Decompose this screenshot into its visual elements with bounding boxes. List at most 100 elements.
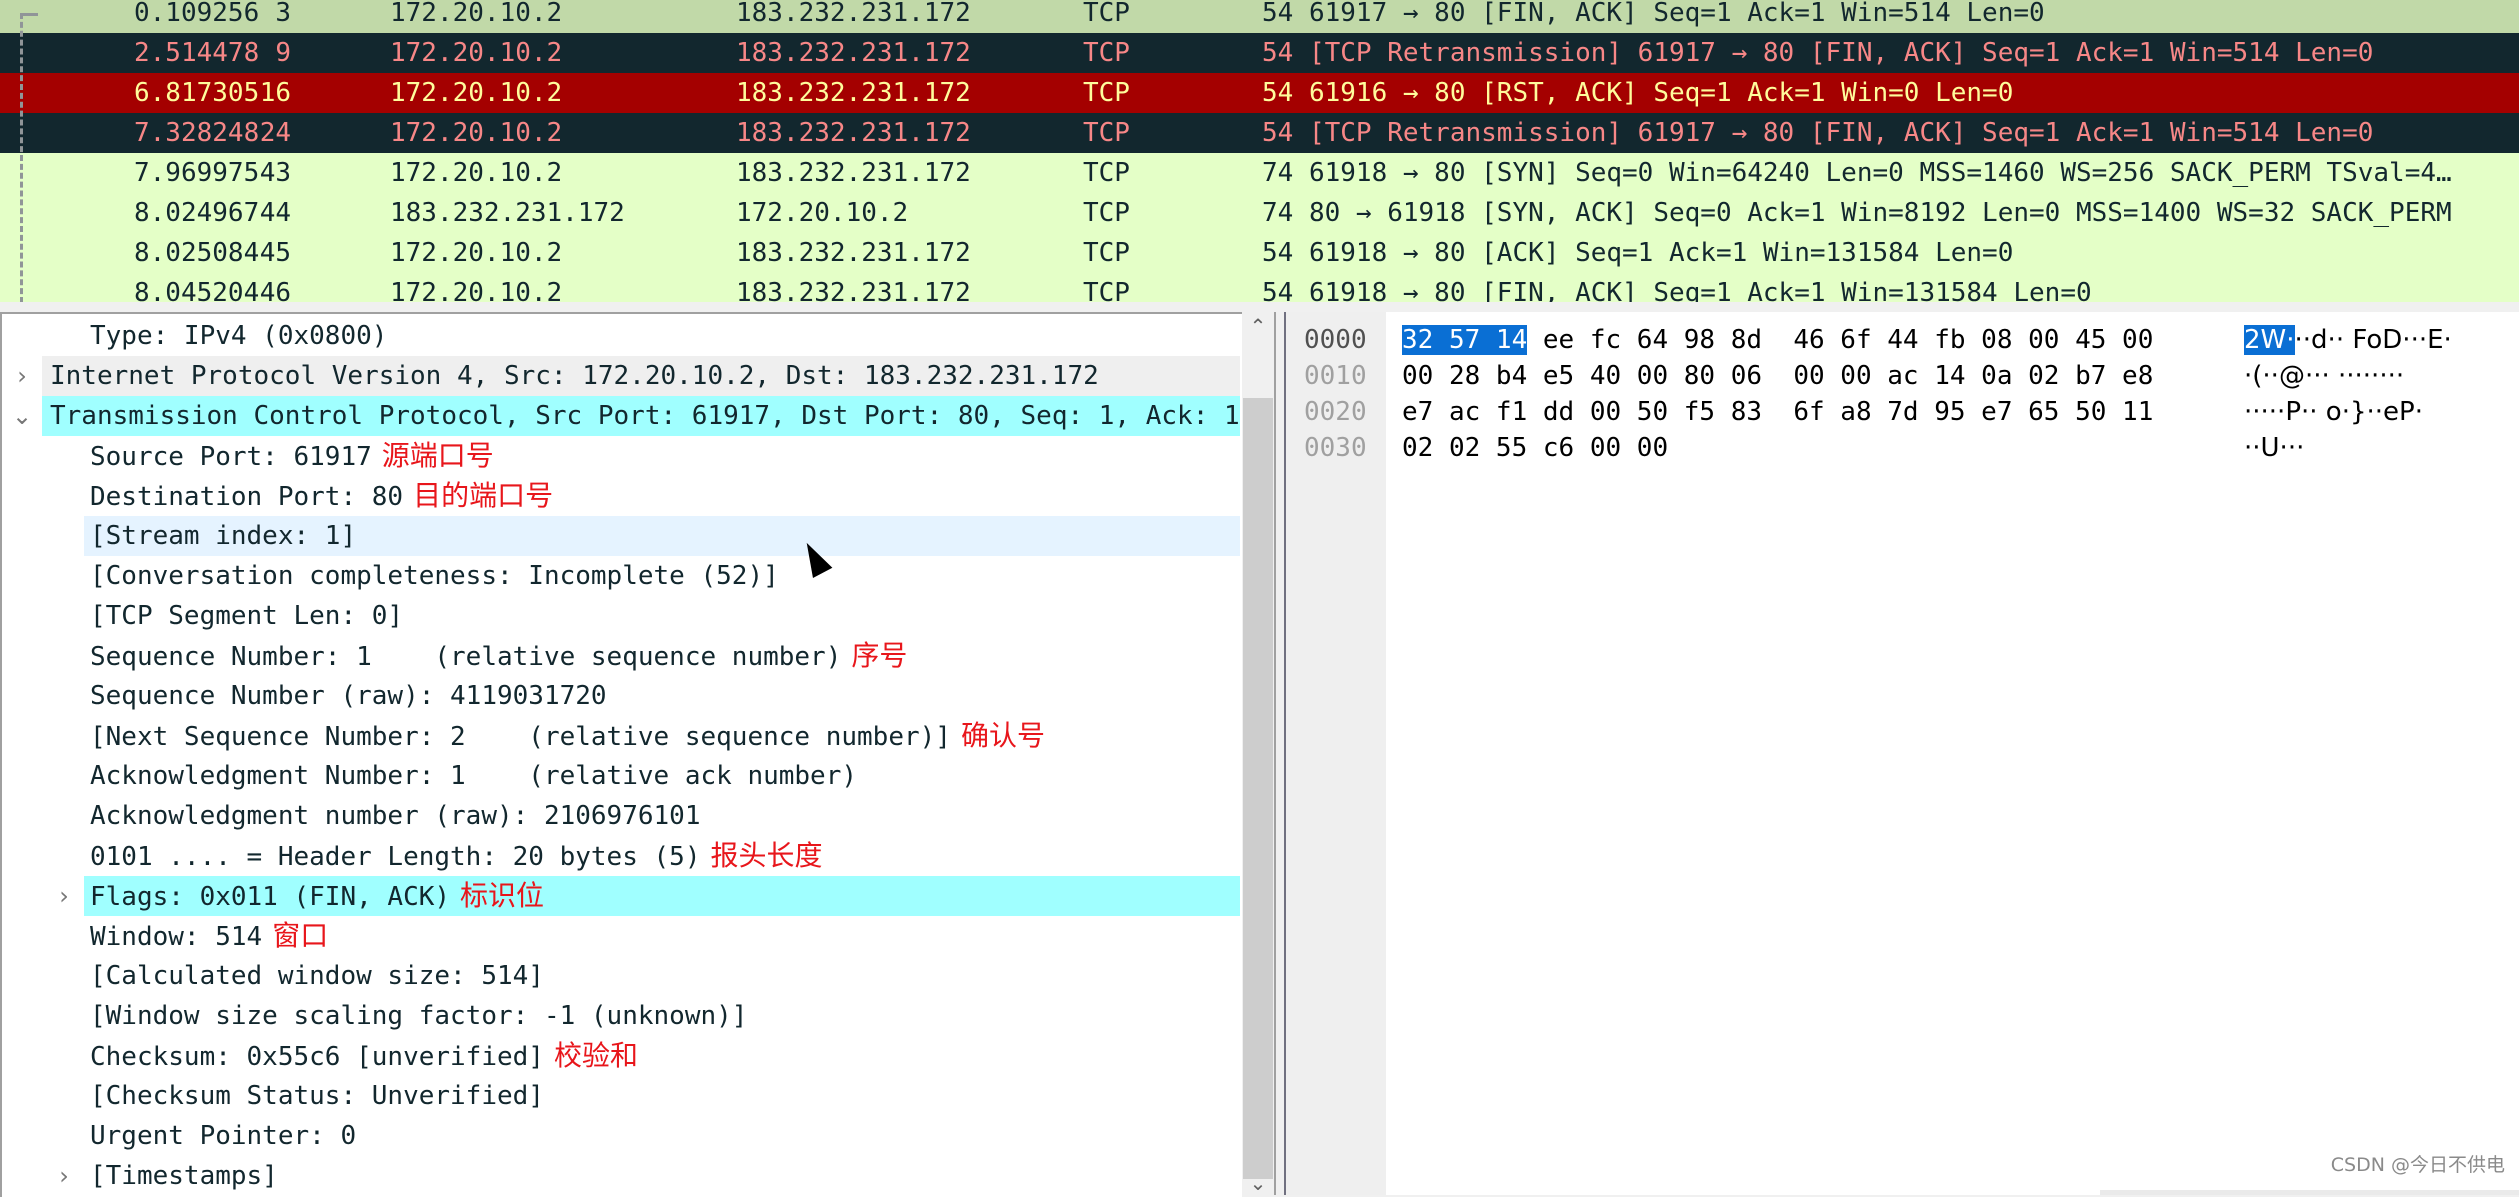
detail-label: [Timestamps] [90, 1156, 278, 1196]
detail-label: Acknowledgment number (raw): 2106976101 [90, 796, 700, 836]
detail-row[interactable]: Sequence Number: 1 (relative sequence nu… [2, 636, 1240, 676]
detail-text: [Next Sequence Number: 2 (relative seque… [90, 722, 951, 752]
hex-bytes[interactable]: 32 57 14 ee fc 64 98 8d 46 6f 44 fb 08 0… [1402, 322, 2153, 358]
detail-label: Urgent Pointer: 0 [90, 1116, 356, 1156]
detail-label: Transmission Control Protocol, Src Port:… [50, 396, 1242, 436]
ascii-dump[interactable]: ·····P·· o·}··eP· [2244, 394, 2423, 430]
detail-row[interactable]: [Window size scaling factor: -1 (unknown… [2, 996, 1240, 1036]
selected-hex-bytes[interactable]: 32 57 14 [1402, 325, 1528, 355]
ascii-dump[interactable]: ··U··· [2244, 430, 2304, 466]
hex-values: 00 28 b4 e5 40 00 80 06 00 00 ac 14 0a 0… [1402, 361, 2154, 391]
detail-row[interactable]: [Checksum Status: Unverified] [2, 1076, 1240, 1116]
detail-label: Flags: 0x011 (FIN, ACK) 标识位 [90, 876, 544, 917]
packet-row[interactable]: 46 8.045204 172.20.10.2 183.232.231.172 TCP 5… [0, 273, 2519, 304]
detail-row[interactable]: › Flags: 0x011 (FIN, ACK) 标识位 [2, 876, 1240, 916]
packet-info: 54 [TCP Retransmission] 61917 → 80 [FIN,… [1262, 38, 2374, 68]
detail-row[interactable]: Source Port: 61917 源端口号 [2, 436, 1240, 476]
packet-row[interactable]: 24 7.328248 172.20.10.2 183.232.231.172 TCP 5… [0, 113, 2519, 153]
packet-row[interactable]: 43 7.969975 172.20.10.2 183.232.231.172 TCP 7… [0, 153, 2519, 193]
bottom-edge [2100, 1190, 2519, 1195]
detail-text: [Conversation completeness: Incomplete (… [90, 561, 779, 591]
expand-chevron-icon[interactable]: › [10, 356, 34, 396]
packet-number: 44 [259, 198, 291, 228]
packet-destination: 183.232.231.172 [736, 78, 971, 108]
packet-time: 8.045204 [134, 278, 260, 304]
detail-label: [Next Sequence Number: 2 (relative seque… [90, 716, 1045, 757]
detail-row[interactable]: 0101 .... = Header Length: 20 bytes (5) 报… [2, 836, 1240, 876]
pane-splitter-horizontal[interactable] [0, 302, 2519, 312]
packet-details-tree[interactable]: Type: IPv4 (0x0800) › Internet Protocol Ve… [0, 312, 1242, 1197]
detail-row[interactable]: Type: IPv4 (0x0800) [2, 316, 1240, 356]
packet-row[interactable]: 44 8.024967 183.232.231.172 172.20.10.2 TCP 7… [0, 193, 2519, 233]
detail-row[interactable]: Acknowledgment Number: 1 (relative ack n… [2, 756, 1240, 796]
annotation-note: 确认号 [960, 719, 1045, 752]
scrollbar-thumb[interactable] [1243, 398, 1273, 1179]
annotation-note: 校验和 [553, 1039, 638, 1072]
scroll-down-icon[interactable]: ⌄ [1242, 1171, 1274, 1195]
packet-source: 172.20.10.2 [390, 0, 563, 28]
detail-row[interactable]: Acknowledgment number (raw): 2106976101 [2, 796, 1240, 836]
packet-row[interactable]: 45 8.025084 172.20.10.2 183.232.231.172 TCP 5… [0, 233, 2519, 273]
detail-row[interactable]: ⌄ Transmission Control Protocol, Src Port… [2, 396, 1242, 436]
detail-label: Sequence Number: 1 (relative sequence nu… [90, 636, 907, 677]
detail-label: [Checksum Status: Unverified] [90, 1076, 544, 1116]
packet-row[interactable]: 16 6.817305 172.20.10.2 183.232.231.172 TCP 5… [0, 73, 2519, 113]
detail-row[interactable]: Sequence Number (raw): 4119031720 [2, 676, 1240, 716]
pane-splitter-vertical[interactable] [1274, 312, 1286, 1195]
detail-label: Destination Port: 80 目的端口号 [90, 476, 553, 517]
details-scrollbar[interactable]: ⌃ ⌄ [1242, 312, 1274, 1195]
detail-row[interactable]: Checksum: 0x55c6 [unverified] 校验和 [2, 1036, 1240, 1076]
detail-label: Sequence Number (raw): 4119031720 [90, 676, 607, 716]
hex-bytes[interactable]: e7 ac f1 dd 00 50 f5 83 6f a8 7d 95 e7 6… [1402, 394, 2153, 430]
packet-number: 24 [259, 118, 291, 148]
hex-bytes[interactable]: 02 02 55 c6 00 00 [1402, 430, 1668, 466]
detail-row[interactable]: [Next Sequence Number: 2 (relative seque… [2, 716, 1240, 756]
scroll-up-icon[interactable]: ⌃ [1242, 314, 1274, 338]
detail-text: [Stream index: 1] [90, 521, 357, 551]
packet-source: 172.20.10.2 [390, 158, 563, 188]
detail-text: 0101 .... = Header Length: 20 bytes (5) [90, 842, 701, 872]
packet-time: 0.109256 [134, 0, 260, 28]
packet-info: 74 61918 → 80 [SYN] Seq=0 Win=64240 Len=… [1262, 158, 2452, 188]
expand-chevron-icon[interactable]: › [52, 876, 76, 916]
detail-row[interactable]: Urgent Pointer: 0 [2, 1116, 1240, 1156]
expand-chevron-icon[interactable]: › [52, 1156, 76, 1196]
packet-info: 54 61918 → 80 [ACK] Seq=1 Ack=1 Win=1315… [1262, 238, 2014, 268]
detail-row[interactable]: [Conversation completeness: Incomplete (… [2, 556, 1240, 596]
detail-row[interactable]: [Calculated window size: 514] [2, 956, 1240, 996]
packet-protocol: TCP [1083, 198, 1130, 228]
watermark: CSDN @今日不供电 [2330, 1154, 2505, 1176]
collapse-chevron-icon[interactable]: ⌄ [10, 396, 34, 436]
detail-text: Internet Protocol Version 4, Src: 172.20… [50, 361, 1099, 391]
selected-ascii[interactable]: 2W· [2244, 325, 2295, 355]
detail-text: Urgent Pointer: 0 [90, 1121, 357, 1151]
detail-label: Type: IPv4 (0x0800) [90, 316, 387, 356]
packet-protocol: TCP [1083, 0, 1130, 28]
ascii-dump[interactable]: ·(··@··· ········ [2244, 358, 2404, 394]
packet-bytes-pane[interactable]: 0000 32 57 14 ee fc 64 98 8d 46 6f 44 fb … [1286, 312, 2519, 1195]
packet-protocol: TCP [1083, 238, 1130, 268]
packet-row[interactable]: 9 2.514478 172.20.10.2 183.232.231.172 TCP 54… [0, 33, 2519, 73]
packet-info: 54 61918 → 80 [FIN, ACK] Seq=1 Ack=1 Win… [1262, 278, 2092, 304]
ascii-dump[interactable]: 2W···d·· FoD···E· [2244, 322, 2452, 358]
packet-list[interactable]: 3 0.109256 172.20.10.2 183.232.231.172 TCP 54… [0, 0, 2519, 304]
hex-values: ee fc 64 98 8d 46 6f 44 fb 08 00 45 00 [1527, 325, 2154, 355]
detail-row[interactable]: Destination Port: 80 目的端口号 [2, 476, 1240, 516]
packet-protocol: TCP [1083, 78, 1130, 108]
packet-info: 54 61917 → 80 [FIN, ACK] Seq=1 Ack=1 Win… [1262, 0, 2045, 28]
hex-bytes[interactable]: 00 28 b4 e5 40 00 80 06 00 00 ac 14 0a 0… [1402, 358, 2153, 394]
detail-text: Window: 514 [90, 922, 263, 952]
detail-label: Acknowledgment Number: 1 (relative ack n… [90, 756, 857, 796]
conversation-bracket [20, 13, 41, 302]
detail-row[interactable]: › [Timestamps] [2, 1156, 1240, 1196]
hex-offset: 0010 [1304, 361, 1367, 391]
packet-row[interactable]: 3 0.109256 172.20.10.2 183.232.231.172 TCP 54… [0, 0, 2519, 33]
hex-offset: 0030 [1304, 433, 1367, 463]
detail-text: [TCP Segment Len: 0] [90, 601, 404, 631]
detail-row[interactable]: Window: 514 窗口 [2, 916, 1240, 956]
detail-row[interactable]: [TCP Segment Len: 0] [2, 596, 1240, 636]
detail-row[interactable]: [Stream index: 1] [2, 516, 1240, 556]
packet-time: 6.817305 [134, 78, 260, 108]
packet-time: 2.514478 [134, 38, 260, 68]
detail-row[interactable]: › Internet Protocol Version 4, Src: 172.2… [2, 356, 1240, 396]
